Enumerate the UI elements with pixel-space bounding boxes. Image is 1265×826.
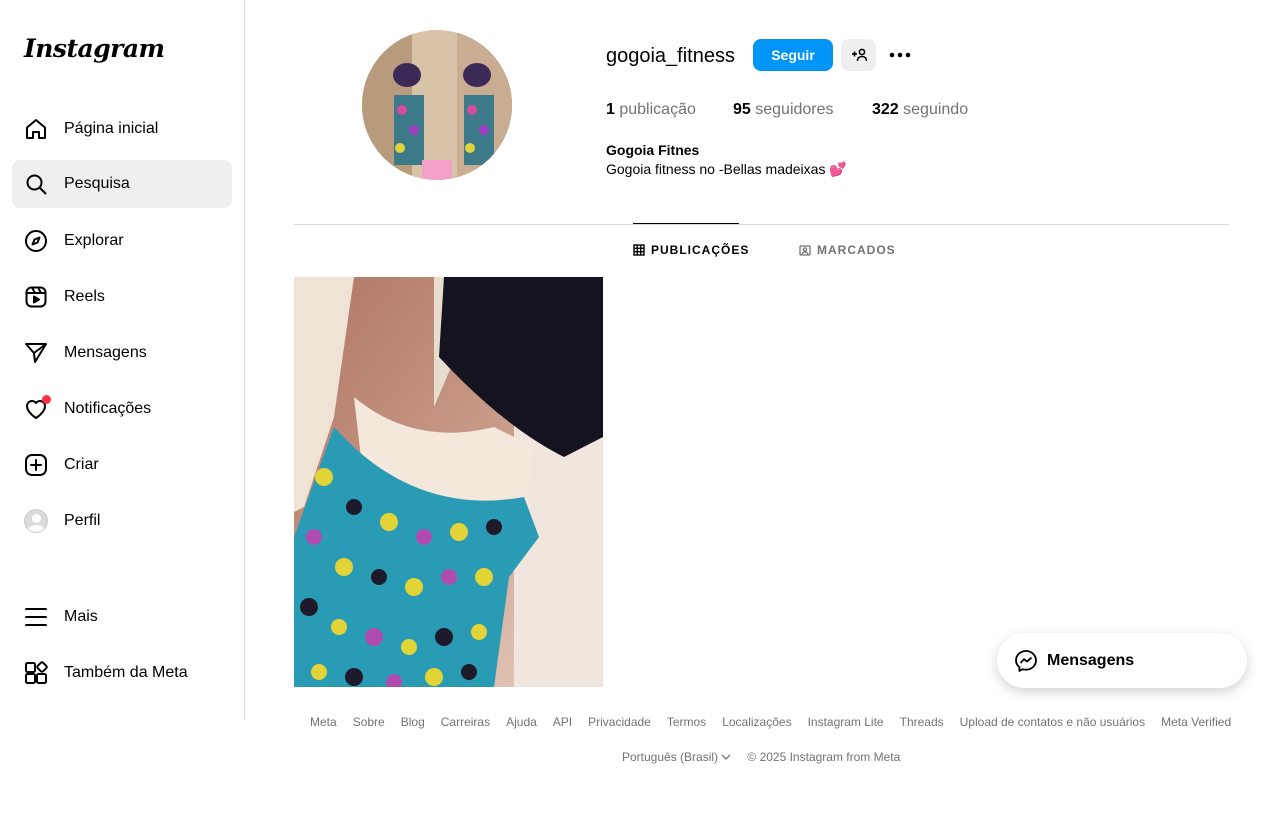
tabs-divider	[294, 224, 1229, 225]
sidebar-item-label: Notificações	[64, 400, 152, 417]
sidebar-item-more[interactable]: Mais	[12, 593, 232, 641]
sidebar-item-label: Explorar	[64, 232, 124, 249]
sidebar-item-label: Criar	[64, 456, 99, 473]
tab-tagged[interactable]: MARCADOS	[799, 243, 896, 257]
more-options-button[interactable]	[886, 39, 914, 71]
bio-text: Gogoia fitness no -Bellas madeixas 💕	[606, 161, 847, 177]
following-count[interactable]: 322 seguindo	[872, 101, 968, 119]
footer-link[interactable]: Privacidade	[588, 715, 651, 729]
sidebar-item-label: Perfil	[64, 512, 101, 529]
reels-icon	[24, 285, 48, 309]
sidebar-item-label: Página inicial	[64, 120, 159, 137]
sidebar-item-label: Mensagens	[64, 344, 147, 361]
posts-count: 1 publicação	[606, 101, 696, 118]
suggest-accounts-button[interactable]	[841, 39, 876, 71]
compass-icon	[24, 229, 48, 253]
sidebar-item-messages[interactable]: Mensagens	[12, 329, 232, 377]
active-tab-indicator	[633, 223, 739, 224]
send-icon	[24, 341, 48, 365]
heart-icon	[24, 395, 51, 421]
footer-bottom: Português (Brasil) © 2025 Instagram from…	[622, 750, 900, 764]
footer-link[interactable]: Ajuda	[506, 715, 537, 729]
home-icon	[24, 117, 48, 141]
more-icon	[889, 52, 911, 58]
post-thumbnail[interactable]	[294, 277, 603, 687]
copyright: © 2025 Instagram from Meta	[747, 750, 901, 764]
sidebar-item-notifications[interactable]: Notificações	[12, 385, 232, 433]
footer-link[interactable]: Localizações	[722, 715, 791, 729]
followers-count[interactable]: 95 seguidores	[733, 101, 834, 119]
footer-links: Meta Sobre Blog Carreiras Ajuda API Priv…	[310, 715, 1231, 729]
footer-link[interactable]: Instagram Lite	[808, 715, 884, 729]
footer-link[interactable]: Sobre	[353, 715, 385, 729]
menu-icon	[24, 605, 48, 629]
instagram-logo[interactable]: Instagram	[24, 34, 165, 63]
footer-link[interactable]: Carreiras	[441, 715, 490, 729]
footer-link[interactable]: Blog	[401, 715, 425, 729]
sidebar-item-label: Reels	[64, 288, 105, 305]
follow-button[interactable]: Seguir	[753, 39, 833, 71]
tag-icon	[799, 245, 811, 256]
language-select[interactable]: Português (Brasil)	[622, 750, 731, 764]
footer-link[interactable]: Upload de contatos e não usuários	[960, 715, 1145, 729]
sidebar-item-search[interactable]: Pesquisa	[12, 160, 232, 208]
footer-link[interactable]: Meta Verified	[1161, 715, 1231, 729]
profile-picture-image	[362, 30, 512, 180]
sidebar-item-label: Pesquisa	[64, 175, 130, 192]
sidebar-item-label: Também da Meta	[64, 664, 188, 681]
footer-link[interactable]: Termos	[667, 715, 706, 729]
chevron-down-icon	[721, 754, 731, 760]
footer-link[interactable]: API	[553, 715, 572, 729]
sidebar-item-home[interactable]: Página inicial	[12, 105, 232, 153]
add-user-icon	[851, 48, 867, 62]
sidebar-item-profile[interactable]: Perfil	[12, 497, 232, 545]
avatar	[24, 509, 48, 533]
profile-username: gogoia_fitness	[606, 45, 735, 67]
messages-bubble[interactable]: Mensagens	[997, 633, 1247, 688]
apps-icon	[24, 661, 48, 685]
sidebar: Instagram Página inicial Pesquisa Explor…	[0, 0, 245, 720]
plus-square-icon	[24, 453, 48, 477]
footer-link[interactable]: Threads	[900, 715, 944, 729]
post-image	[294, 277, 603, 687]
notification-badge	[42, 395, 51, 404]
sidebar-item-also-from-meta[interactable]: Também da Meta	[12, 649, 232, 697]
sidebar-item-create[interactable]: Criar	[12, 441, 232, 489]
profile-picture[interactable]	[362, 30, 512, 180]
bio-name: Gogoia Fitnes	[606, 142, 700, 158]
sidebar-item-label: Mais	[64, 608, 98, 625]
tab-posts[interactable]: PUBLICAÇÕES	[633, 243, 749, 257]
footer-link[interactable]: Meta	[310, 715, 337, 729]
sidebar-item-explore[interactable]: Explorar	[12, 217, 232, 265]
grid-icon	[633, 244, 645, 256]
sidebar-item-reels[interactable]: Reels	[12, 273, 232, 321]
messenger-icon	[1015, 649, 1037, 672]
search-icon	[24, 172, 48, 196]
